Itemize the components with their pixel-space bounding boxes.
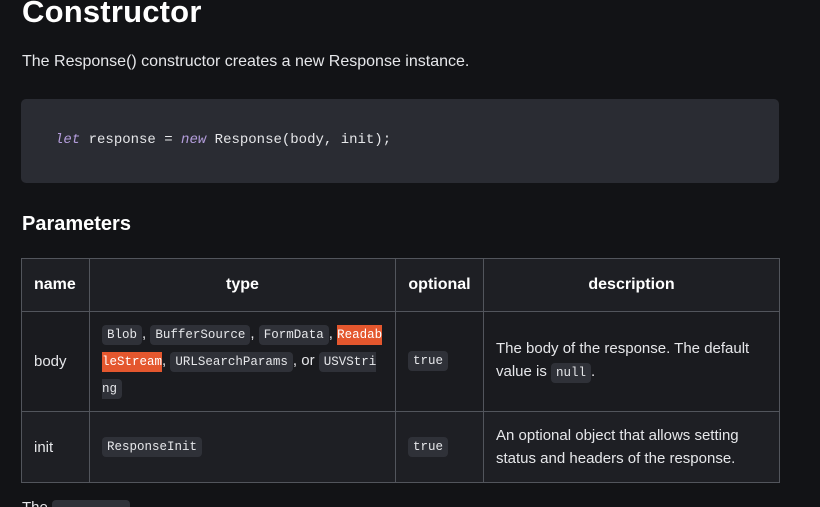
type-separator: , bbox=[250, 325, 259, 342]
type-separator: , bbox=[328, 325, 338, 342]
intro-paragraph: The Response() constructor creates a new… bbox=[22, 53, 470, 70]
truncated-code-chip bbox=[51, 500, 130, 507]
table-row: init ResponseInit true An optional objec… bbox=[21, 411, 780, 483]
code-block[interactable]: let response = new Response(body, init); bbox=[21, 99, 779, 183]
table-row: body Blob, BufferSource, FormData, Reada… bbox=[21, 311, 780, 412]
type-link-blob[interactable]: Blob bbox=[102, 325, 143, 345]
code-text-assignment: response = bbox=[80, 132, 182, 148]
parameters-table: name type optional description body Blob… bbox=[21, 258, 780, 483]
param-name-cell: init bbox=[21, 411, 90, 483]
column-header-description: description bbox=[483, 258, 780, 312]
optional-value: true bbox=[408, 351, 449, 371]
code-text-call: Response(body, init); bbox=[206, 132, 392, 148]
truncated-text: The bbox=[22, 499, 48, 507]
param-optional-cell: true bbox=[395, 411, 484, 483]
description-text: The body of the response. The default va… bbox=[496, 340, 750, 380]
column-header-optional: optional bbox=[395, 258, 484, 312]
type-link-urlsearchparams[interactable]: URLSearchParams bbox=[170, 352, 293, 372]
column-header-name: name bbox=[21, 258, 90, 312]
code-line: let response = new Response(body, init); bbox=[55, 131, 391, 149]
param-description-cell: The body of the response. The default va… bbox=[483, 311, 780, 412]
page: Constructor The Response() constructor c… bbox=[0, 0, 820, 507]
section-heading-parameters: Parameters bbox=[22, 213, 131, 235]
code-keyword-let: let bbox=[55, 132, 81, 148]
type-link-responseinit[interactable]: ResponseInit bbox=[102, 436, 203, 457]
param-name-cell: body bbox=[21, 311, 90, 412]
code-keyword-new: new bbox=[181, 132, 207, 148]
param-description-cell: An optional object that allows setting s… bbox=[483, 411, 780, 483]
column-header-type: type bbox=[89, 258, 396, 312]
param-optional-cell: true bbox=[395, 311, 484, 412]
type-link-buffersource[interactable]: BufferSource bbox=[150, 325, 251, 345]
truncated-paragraph: The bbox=[22, 499, 130, 507]
section-heading-constructor: Constructor bbox=[22, 0, 202, 29]
optional-value: true bbox=[408, 436, 449, 457]
description-code-null: null bbox=[551, 363, 592, 383]
type-link-formdata[interactable]: FormData bbox=[258, 325, 329, 345]
description-text-end: . bbox=[591, 363, 596, 380]
type-separator: , or bbox=[292, 352, 319, 369]
param-type-cell: Blob, BufferSource, FormData, ReadableSt… bbox=[89, 311, 396, 412]
table-header-row: name type optional description bbox=[21, 258, 780, 312]
param-type-cell: ResponseInit bbox=[89, 411, 396, 483]
